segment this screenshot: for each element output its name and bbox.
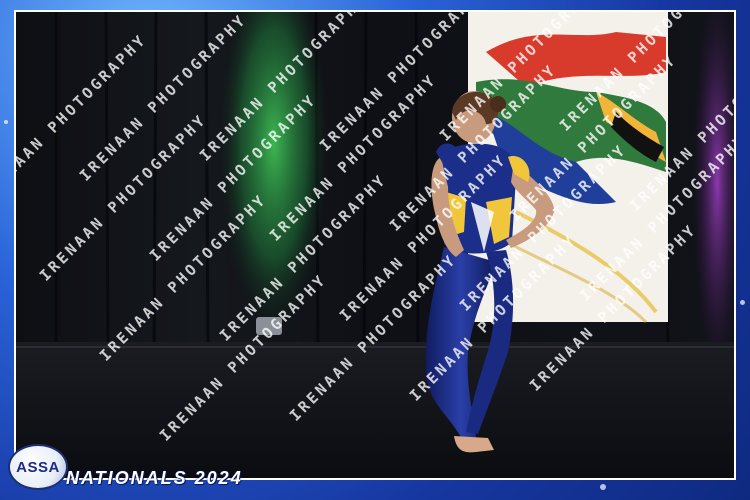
purple-light (692, 12, 734, 352)
event-title: NATIONALS 2024 (66, 468, 243, 488)
stage-light-fixture (256, 317, 282, 335)
stage-scene (16, 12, 734, 478)
sparkle-decoration (4, 120, 8, 124)
dancer-photo: IRENAAN PHOTOGRAPHY IRENAAN PHOTOGRAPHY … (14, 10, 736, 480)
logo-text: ASSA (16, 458, 60, 476)
photo-frame: IRENAAN PHOTOGRAPHY IRENAAN PHOTOGRAPHY … (0, 0, 750, 500)
assa-logo: ASSA (8, 444, 68, 490)
sparkle-decoration (740, 300, 745, 305)
stage-floor (16, 342, 734, 478)
sparkle-decoration (600, 484, 606, 490)
